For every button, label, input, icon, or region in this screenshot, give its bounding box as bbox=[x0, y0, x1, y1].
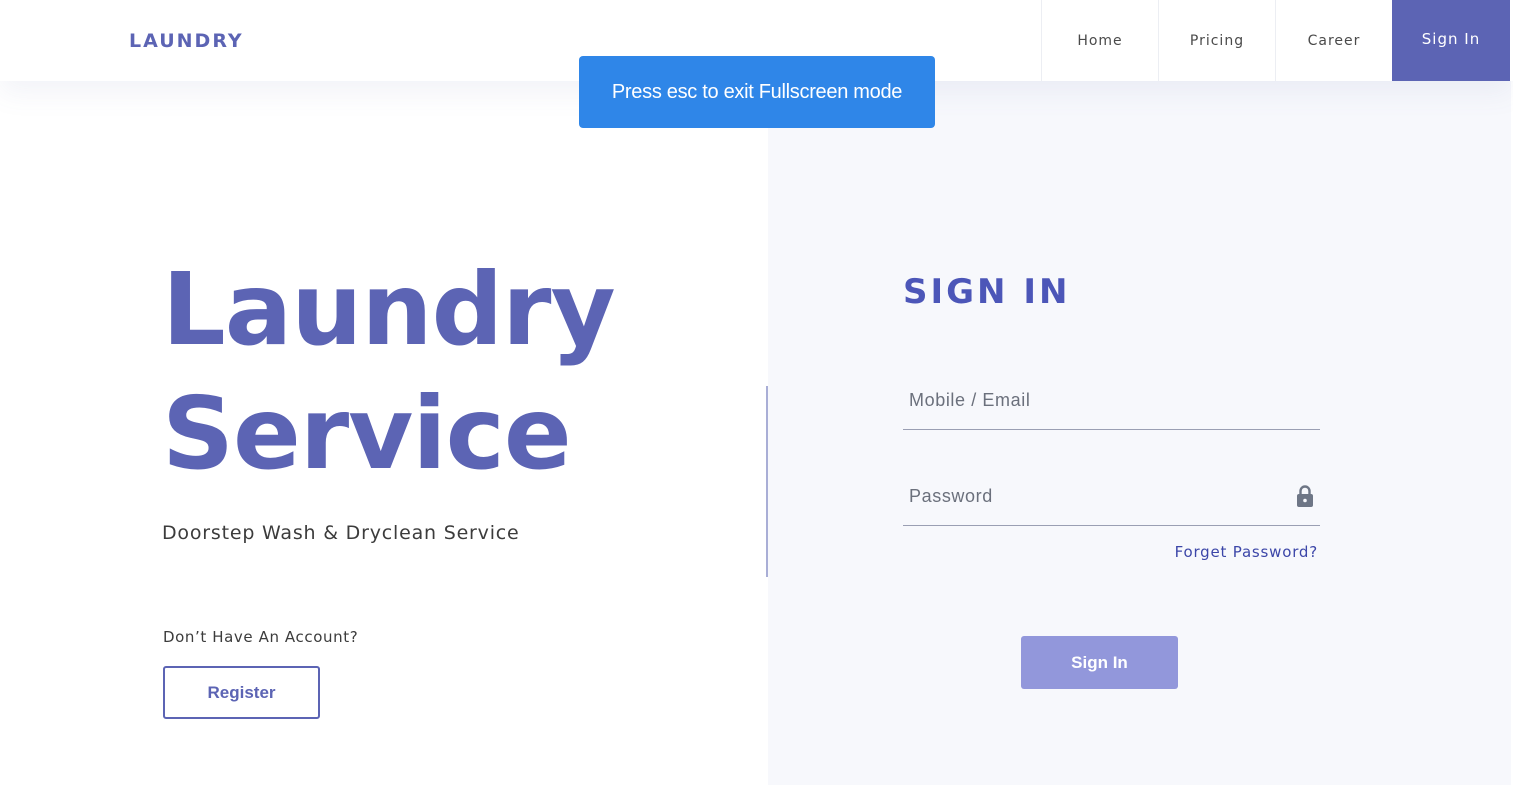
logo[interactable]: LAUNDRY bbox=[129, 30, 244, 52]
register-button[interactable]: Register bbox=[163, 666, 320, 719]
email-field[interactable] bbox=[903, 372, 1320, 429]
hero-title-line-2: Service bbox=[162, 375, 572, 492]
nav-signin-button[interactable]: Sign In bbox=[1392, 0, 1510, 81]
lock-icon bbox=[1296, 484, 1314, 508]
hero-subtitle: Doorstep Wash & Dryclean Service bbox=[162, 522, 520, 544]
password-field[interactable] bbox=[903, 468, 1320, 525]
fullscreen-toast: Press esc to exit Fullscreen mode bbox=[579, 56, 935, 128]
nav-home-link[interactable]: Home bbox=[1041, 0, 1158, 81]
nav-pricing-link[interactable]: Pricing bbox=[1158, 0, 1275, 81]
main-nav: Home Pricing Career Sign In bbox=[1041, 0, 1510, 81]
no-account-text: Don’t Have An Account? bbox=[163, 628, 359, 646]
vertical-divider bbox=[766, 386, 768, 577]
signin-submit-button[interactable]: Sign In bbox=[1021, 636, 1178, 689]
password-field-wrapper bbox=[903, 468, 1320, 526]
hero-title: Laundry Service bbox=[162, 248, 616, 496]
forget-password-link[interactable]: Forget Password? bbox=[1175, 543, 1318, 561]
hero-title-line-1: Laundry bbox=[162, 251, 616, 368]
nav-career-link[interactable]: Career bbox=[1275, 0, 1392, 81]
signin-heading: SIGN IN bbox=[903, 272, 1071, 312]
email-field-wrapper bbox=[903, 372, 1320, 430]
